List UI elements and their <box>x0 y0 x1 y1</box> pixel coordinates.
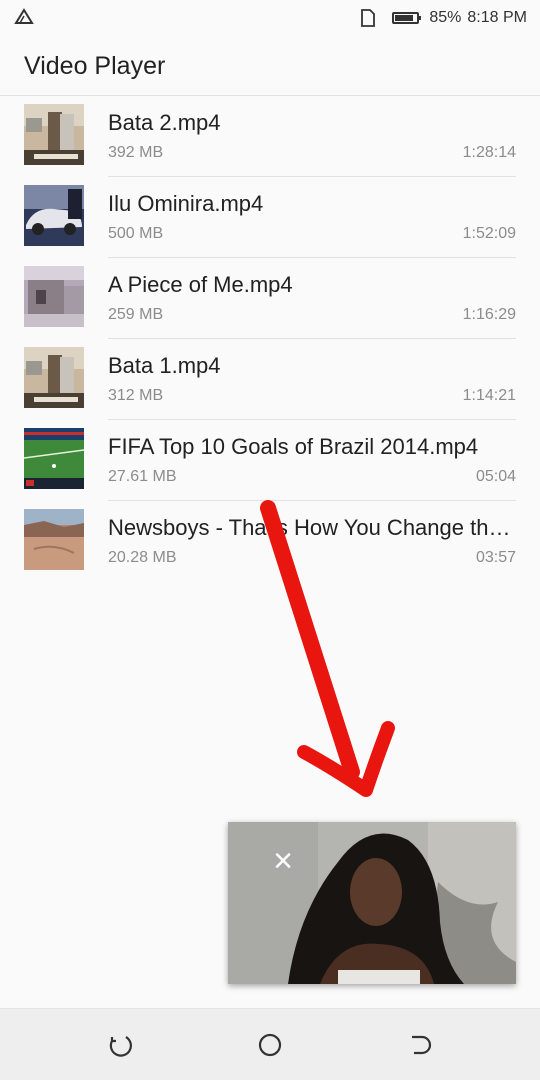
video-list-item[interactable]: Bata 2.mp4 392 MB 1:28:14 <box>0 104 540 185</box>
video-title: Newsboys - That's How You Change the Wor… <box>108 515 516 540</box>
app-bar: Video Player <box>0 38 540 96</box>
video-list-item[interactable]: Newsboys - That's How You Change the Wor… <box>0 509 540 590</box>
page-title: Video Player <box>24 52 166 80</box>
video-list-item[interactable]: A Piece of Me.mp4 259 MB 1:16:29 <box>0 266 540 347</box>
video-size: 392 MB <box>108 144 164 161</box>
indoor-scene-thumbnail <box>24 104 84 165</box>
status-bar: 85% 8:18 PM <box>0 0 540 38</box>
video-info: FIFA Top 10 Goals of Brazil 2014.mp4 27.… <box>108 428 516 501</box>
status-icons: 85% 8:18 PM <box>360 9 527 27</box>
video-list-item[interactable]: Ilu Ominira.mp4 500 MB 1:52:09 <box>0 185 540 266</box>
home-icon[interactable] <box>254 1029 286 1061</box>
video-duration: 1:52:09 <box>462 225 516 242</box>
video-info: Bata 1.mp4 312 MB 1:14:21 <box>108 347 516 420</box>
video-list-item[interactable]: FIFA Top 10 Goals of Brazil 2014.mp4 27.… <box>0 428 540 509</box>
car-scene-thumbnail <box>24 185 84 246</box>
video-size: 259 MB <box>108 306 164 323</box>
video-list: Bata 2.mp4 392 MB 1:28:14 Ilu Ominira.mp… <box>0 104 540 590</box>
screen: 85% 8:18 PM Video Player Bata 2.mp4 392 … <box>0 0 540 1080</box>
video-title: Bata 2.mp4 <box>108 110 221 135</box>
video-duration: 1:14:21 <box>462 387 516 404</box>
back-icon[interactable] <box>404 1029 436 1061</box>
video-duration: 05:04 <box>475 468 516 485</box>
video-size: 20.28 MB <box>108 549 177 566</box>
battery-percent: 85% <box>429 9 462 26</box>
video-size: 27.61 MB <box>108 468 177 485</box>
video-title: A Piece of Me.mp4 <box>108 272 293 297</box>
video-info: A Piece of Me.mp4 259 MB 1:16:29 <box>108 266 516 339</box>
video-duration: 1:28:14 <box>462 144 516 161</box>
desert-landscape-thumbnail <box>24 509 84 570</box>
video-size: 500 MB <box>108 225 164 242</box>
video-title: FIFA Top 10 Goals of Brazil 2014.mp4 <box>108 434 479 459</box>
video-size: 312 MB <box>108 387 164 404</box>
video-info: Newsboys - That's How You Change the Wor… <box>108 509 516 581</box>
video-duration: 03:57 <box>475 549 516 566</box>
video-list-item[interactable]: Bata 1.mp4 312 MB 1:14:21 <box>0 347 540 428</box>
status-time: 8:18 PM <box>467 9 527 26</box>
sim-card-icon <box>361 9 376 27</box>
mini-player[interactable]: × <box>228 822 516 984</box>
video-duration: 1:16:29 <box>462 306 516 323</box>
building-scene-thumbnail <box>24 266 84 327</box>
close-icon[interactable]: × <box>268 844 298 878</box>
video-title: Bata 1.mp4 <box>108 353 221 378</box>
indoor-scene-thumbnail <box>24 347 84 408</box>
navigation-bar <box>0 1008 540 1080</box>
battery-icon <box>392 12 422 24</box>
video-title: Ilu Ominira.mp4 <box>108 191 264 216</box>
video-info: Ilu Ominira.mp4 500 MB 1:52:09 <box>108 185 516 258</box>
recents-icon[interactable] <box>104 1029 136 1061</box>
soccer-field-thumbnail <box>24 428 84 489</box>
video-info: Bata 2.mp4 392 MB 1:28:14 <box>108 104 516 177</box>
warning-triangle-icon <box>14 8 34 31</box>
